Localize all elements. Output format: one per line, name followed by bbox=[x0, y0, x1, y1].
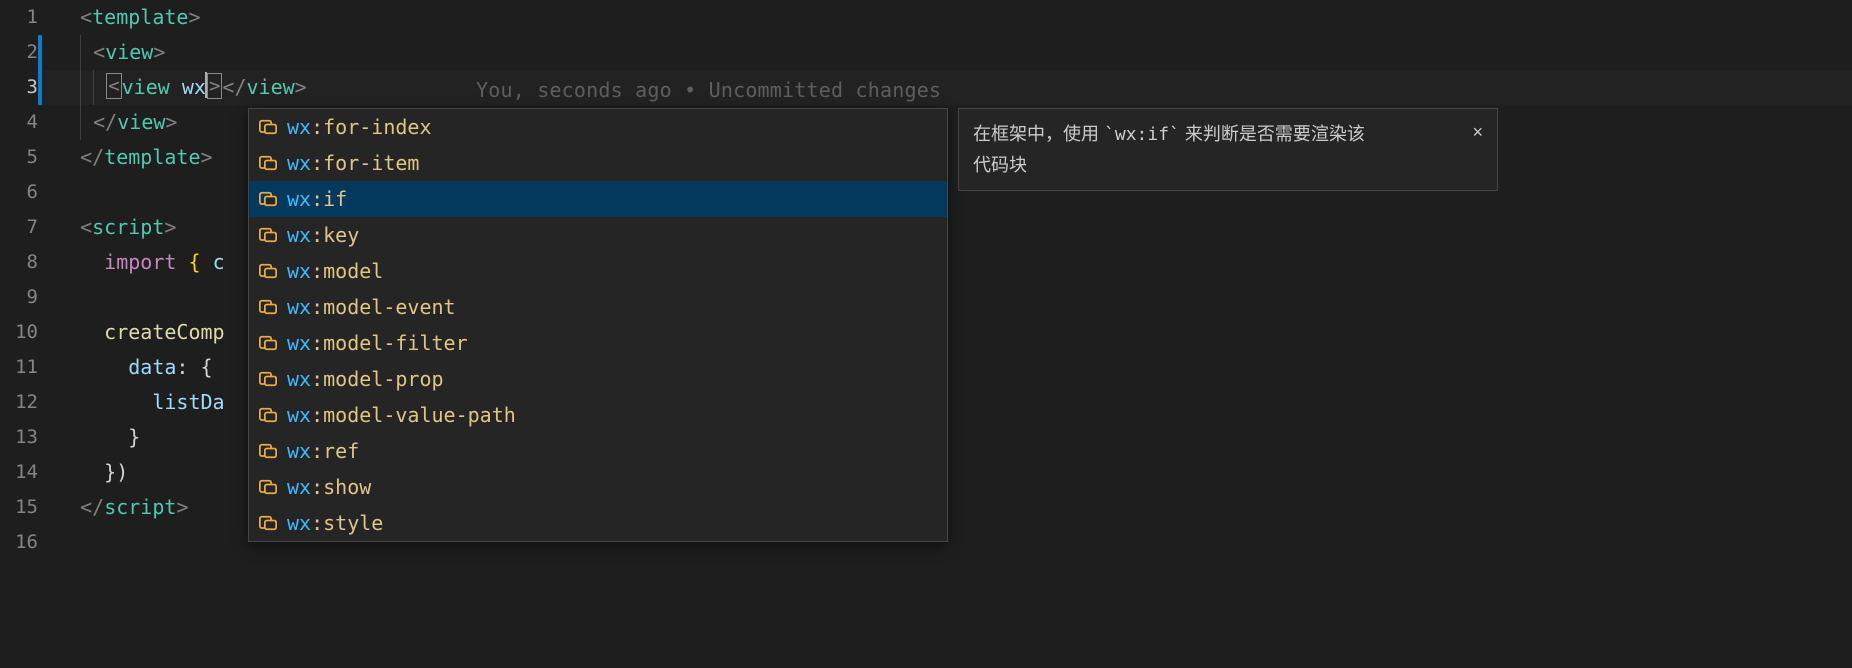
suggestion-label: wx:model-filter bbox=[287, 331, 468, 355]
suggestion-item[interactable]: wx:for-item bbox=[249, 145, 947, 181]
line-number: 11 bbox=[0, 350, 38, 385]
doc-text: 代码块 bbox=[973, 155, 1027, 175]
code-line[interactable]: <template> bbox=[56, 0, 1852, 35]
line-number: 1 bbox=[0, 0, 38, 35]
property-icon bbox=[257, 297, 279, 317]
suggestion-item[interactable]: wx:ref bbox=[249, 433, 947, 469]
suggestion-label: wx:key bbox=[287, 223, 359, 247]
suggestion-item[interactable]: wx:key bbox=[249, 217, 947, 253]
suggestion-label: wx:ref bbox=[287, 439, 359, 463]
property-icon bbox=[257, 225, 279, 245]
close-icon[interactable]: × bbox=[1466, 115, 1489, 149]
suggestion-item[interactable]: wx:for-index bbox=[249, 109, 947, 145]
property-icon bbox=[257, 513, 279, 533]
line-number: 5 bbox=[0, 140, 38, 175]
line-number: 15 bbox=[0, 490, 38, 525]
line-number: 9 bbox=[0, 280, 38, 315]
git-blame-annotation: You, seconds ago • Uncommitted changes bbox=[476, 73, 941, 108]
property-icon bbox=[257, 189, 279, 209]
suggestion-label: wx:model-prop bbox=[287, 367, 444, 391]
line-number: 2 bbox=[0, 35, 38, 70]
line-number: 16 bbox=[0, 525, 38, 560]
property-icon bbox=[257, 153, 279, 173]
suggestion-item[interactable]: wx:model-event bbox=[249, 289, 947, 325]
suggestion-item[interactable]: wx:model-filter bbox=[249, 325, 947, 361]
suggestion-documentation: × 在框架中，使用 `wx:if` 来判断是否需要渲染该 代码块 bbox=[958, 108, 1498, 191]
autocomplete-popup[interactable]: wx:for-index wx:for-item wx:if wx:key wx:mod… bbox=[248, 108, 948, 542]
line-number: 4 bbox=[0, 105, 38, 140]
line-number: 13 bbox=[0, 420, 38, 455]
modified-indicator bbox=[38, 35, 42, 105]
property-icon bbox=[257, 405, 279, 425]
line-number: 8 bbox=[0, 245, 38, 280]
property-icon bbox=[257, 369, 279, 389]
suggestion-item[interactable]: wx:model-prop bbox=[249, 361, 947, 397]
line-number: 3 bbox=[0, 70, 38, 105]
doc-text: 在框架中，使用 `wx:if` 来判断是否需要渲染该 bbox=[973, 124, 1365, 144]
suggestion-label: wx:for-item bbox=[287, 151, 419, 175]
suggestion-item[interactable]: wx:model bbox=[249, 253, 947, 289]
line-number: 14 bbox=[0, 455, 38, 490]
suggestion-item[interactable]: wx:model-value-path bbox=[249, 397, 947, 433]
suggestion-label: wx:model bbox=[287, 259, 383, 283]
property-icon bbox=[257, 333, 279, 353]
suggestion-item[interactable]: wx:style bbox=[249, 505, 947, 541]
property-icon bbox=[257, 477, 279, 497]
suggestion-label: wx:show bbox=[287, 475, 371, 499]
suggestion-label: wx:model-value-path bbox=[287, 403, 516, 427]
suggestion-label: wx:model-event bbox=[287, 295, 456, 319]
suggestion-item[interactable]: wx:if bbox=[249, 181, 947, 217]
property-icon bbox=[257, 261, 279, 281]
suggestion-item[interactable]: wx:show bbox=[249, 469, 947, 505]
property-icon bbox=[257, 117, 279, 137]
line-number: 12 bbox=[0, 385, 38, 420]
line-number: 10 bbox=[0, 315, 38, 350]
code-line[interactable]: <view> bbox=[56, 35, 1852, 70]
line-number: 6 bbox=[0, 175, 38, 210]
suggestion-label: wx:for-index bbox=[287, 115, 432, 139]
property-icon bbox=[257, 441, 279, 461]
suggestion-label: wx:style bbox=[287, 511, 383, 535]
line-number: 7 bbox=[0, 210, 38, 245]
suggestion-label: wx:if bbox=[287, 187, 347, 211]
